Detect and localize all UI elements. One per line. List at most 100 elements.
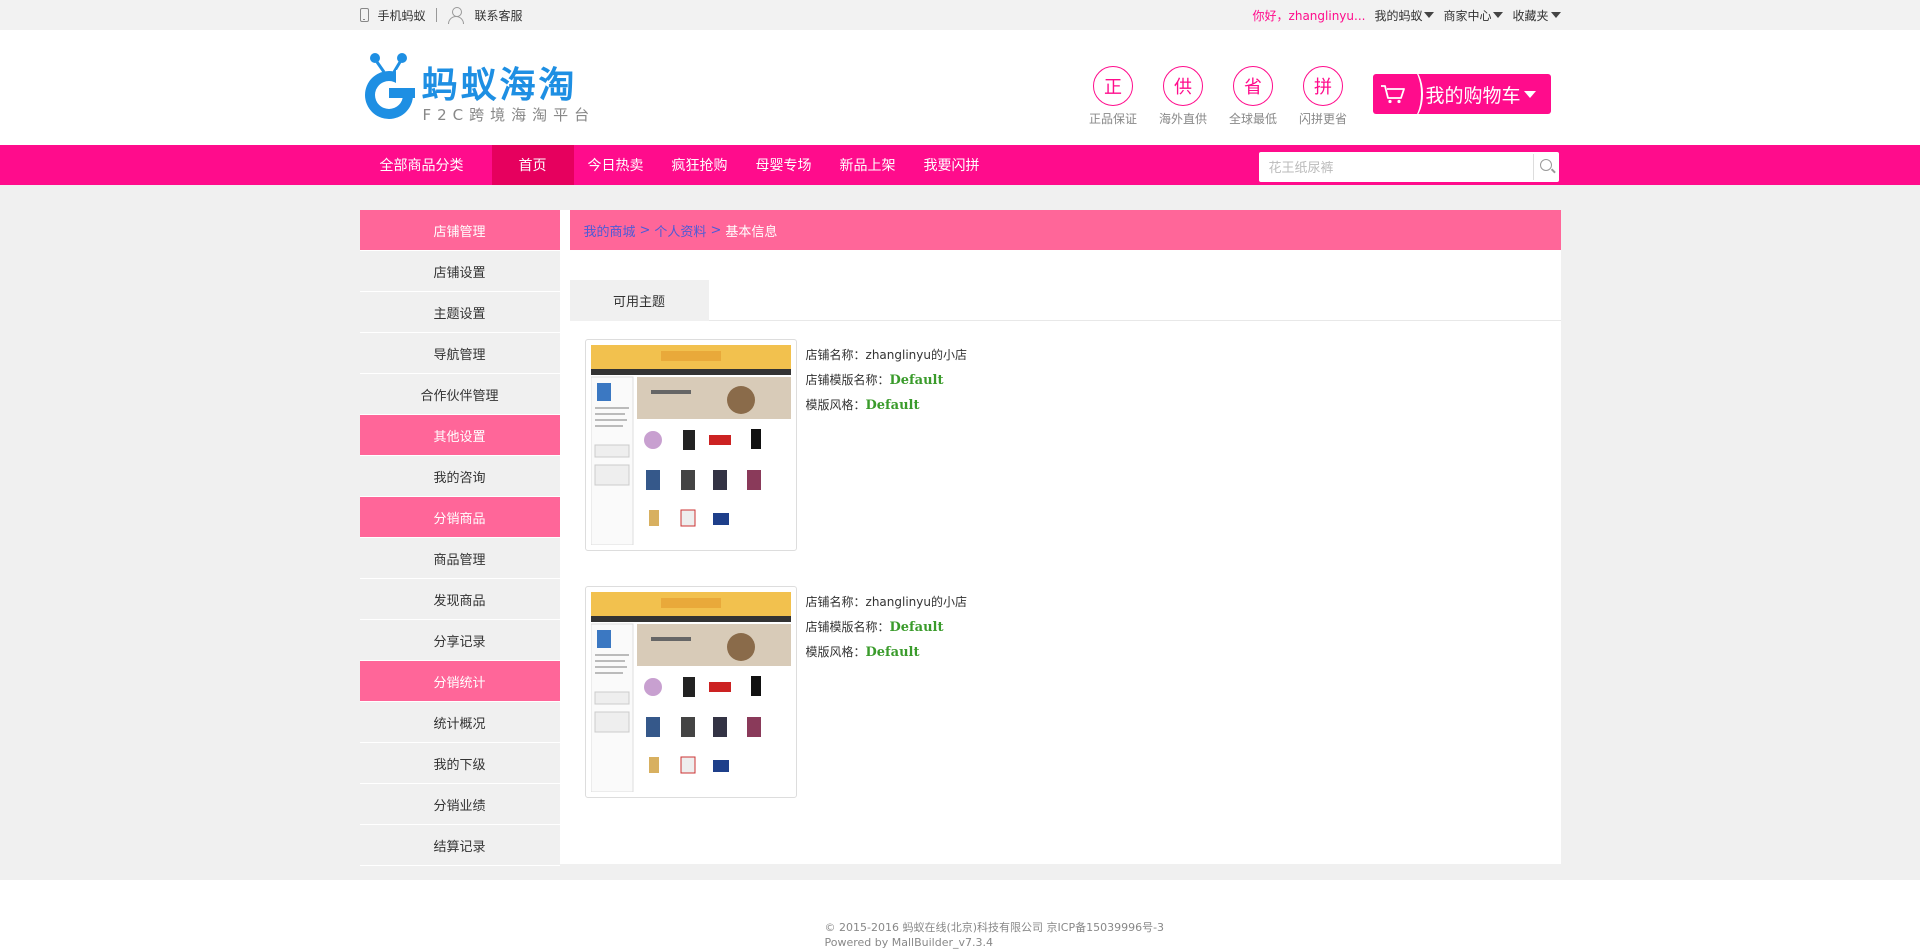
promise-caption: 海外直供 (1159, 112, 1208, 126)
template-name-row: 店铺模版名称：Default (806, 615, 967, 640)
my-ant-label: 我的蚂蚁 (1374, 8, 1423, 23)
site-footer: © 2015-2016 蚂蚁在线(北京)科技有限公司 京ICP备15039996… (0, 880, 1920, 949)
theme-card: 店铺名称：zhanglinyu的小店 店铺模版名称：Default 模版风格：D… (584, 586, 1561, 798)
site-logo[interactable]: 蚂蚁海淘 F2C跨境海淘平台 (360, 48, 600, 126)
theme-thumbnail[interactable] (584, 586, 797, 798)
mobile-label: 手机蚂蚁 (377, 8, 426, 23)
sidebar-item-theme-settings[interactable]: 主题设置 (359, 292, 560, 333)
merchant-center-label: 商家中心 (1443, 8, 1492, 23)
sidebar-item-my-inquiries[interactable]: 我的咨询 (359, 456, 560, 497)
template-style-row: 模版风格：Default (806, 393, 967, 418)
theme-thumbnail[interactable] (584, 339, 797, 551)
content-panel: 我的商城 > 个人资料 > 基本信息 可用主题 店铺名称：zhanglinyu的… (559, 210, 1561, 864)
breadcrumb-my-mall[interactable]: 我的商城 (584, 221, 636, 240)
shop-name-row: 店铺名称：zhanglinyu的小店 (806, 343, 967, 368)
nav-group-buy[interactable]: 我要闪拼 (910, 145, 994, 185)
template-style-label: 模版风格： (805, 398, 866, 412)
breadcrumb: 我的商城 > 个人资料 > 基本信息 (569, 210, 1561, 250)
group-buy-icon: 拼 (1303, 66, 1343, 106)
shop-name-label: 店铺名称： (805, 348, 866, 362)
cart-label: 我的购物车 (1425, 84, 1521, 107)
chevron-down-icon (1493, 12, 1504, 18)
promise-genuine: 正 正品保证 (1089, 66, 1138, 127)
mobile-link[interactable]: 手机蚂蚁 (359, 7, 426, 24)
shop-name-label: 店铺名称： (805, 595, 866, 609)
shop-name-value: zhanglinyu的小店 (865, 595, 967, 609)
sidebar-item-overview[interactable]: 统计概况 (359, 702, 560, 743)
ant-logo-icon (364, 53, 418, 119)
powered-by-text: Powered by MallBuilder_v7.3.4 (824, 936, 994, 949)
template-style-label: 模版风格： (805, 645, 866, 659)
sidebar-item-settlement[interactable]: 结算记录 (359, 825, 560, 866)
promise-group: 拼 闪拼更省 (1299, 66, 1348, 127)
my-ant-dropdown[interactable]: 我的蚂蚁 (1374, 7, 1435, 24)
sidebar-item-subordinates[interactable]: 我的下级 (359, 743, 560, 784)
logo-subtitle: F2C跨境海淘平台 (422, 106, 596, 124)
cart-icon (1380, 85, 1405, 104)
nav-mother-baby[interactable]: 母婴专场 (742, 145, 826, 185)
template-name-label: 店铺模版名称： (805, 373, 890, 387)
promise-caption: 全球最低 (1229, 112, 1278, 126)
service-promises: 正 正品保证 供 海外直供 省 全球最低 拼 闪拼更省 (1089, 66, 1348, 127)
search-icon[interactable] (1532, 154, 1559, 180)
sidebar-item-nav-manage[interactable]: 导航管理 (359, 333, 560, 374)
genuine-icon: 正 (1093, 66, 1133, 106)
template-name-value: Default (889, 620, 944, 635)
promise-caption: 闪拼更省 (1299, 112, 1348, 126)
phone-icon (359, 8, 369, 22)
template-style-row: 模版风格：Default (806, 640, 967, 665)
sidebar-head-other[interactable]: 其他设置 (359, 415, 560, 456)
service-link[interactable]: 联系客服 (447, 7, 523, 24)
sidebar-head-stats[interactable]: 分销统计 (359, 661, 560, 702)
sidebar-head-distribution[interactable]: 分销商品 (359, 497, 560, 538)
chevron-down-icon (1550, 12, 1561, 18)
chevron-down-icon (1523, 90, 1536, 98)
template-style-value: Default (865, 645, 920, 660)
theme-card: 店铺名称：zhanglinyu的小店 店铺模版名称：Default 模版风格：D… (584, 339, 1561, 551)
theme-info: 店铺名称：zhanglinyu的小店 店铺模版名称：Default 模版风格：D… (806, 586, 967, 798)
template-name-row: 店铺模版名称：Default (806, 368, 967, 393)
promise-lowest: 省 全球最低 (1229, 66, 1278, 127)
theme-info: 店铺名称：zhanglinyu的小店 店铺模版名称：Default 模版风格：D… (806, 339, 967, 551)
promise-caption: 正品保证 (1089, 112, 1138, 126)
sidebar-item-product-manage[interactable]: 商品管理 (359, 538, 560, 579)
sidebar: 店铺管理 店铺设置 主题设置 导航管理 合作伙伴管理 其他设置 我的咨询 分销商… (359, 210, 560, 866)
nav-home[interactable]: 首页 (491, 145, 574, 185)
main-nav: 全部商品分类 首页 今日热卖 疯狂抢购 母婴专场 新品上架 我要闪拼 (0, 145, 1920, 185)
sidebar-item-share-records[interactable]: 分享记录 (359, 620, 560, 661)
breadcrumb-separator: > (639, 222, 651, 238)
nav-flash-sale[interactable]: 疯狂抢购 (658, 145, 742, 185)
sidebar-item-performance[interactable]: 分销业绩 (359, 784, 560, 825)
cart-icon-wrap (1373, 74, 1423, 114)
nav-all-categories[interactable]: 全部商品分类 (360, 145, 492, 185)
sidebar-item-partners[interactable]: 合作伙伴管理 (359, 374, 560, 415)
tab-available-themes[interactable]: 可用主题 (569, 280, 709, 321)
theme-preview-image (590, 592, 791, 793)
tab-bar: 可用主题 (569, 280, 1561, 321)
nav-today-hot[interactable]: 今日热卖 (574, 145, 658, 185)
copyright-text: © 2015-2016 蚂蚁在线(北京)科技有限公司 京ICP备15039996… (824, 921, 1165, 934)
breadcrumb-profile[interactable]: 个人资料 (654, 221, 706, 240)
search-input[interactable] (1258, 153, 1533, 181)
merchant-center-dropdown[interactable]: 商家中心 (1443, 7, 1504, 24)
theme-preview-image (590, 345, 791, 546)
favorites-dropdown[interactable]: 收藏夹 (1512, 7, 1561, 24)
shop-name-value: zhanglinyu的小店 (865, 348, 967, 362)
template-name-value: Default (889, 373, 944, 388)
person-icon (447, 7, 465, 24)
chevron-down-icon (1424, 12, 1435, 18)
sidebar-head-shop[interactable]: 店铺管理 (359, 210, 560, 251)
promise-direct: 供 海外直供 (1159, 66, 1208, 127)
favorites-label: 收藏夹 (1512, 8, 1549, 23)
nav-new-arrivals[interactable]: 新品上架 (826, 145, 910, 185)
sidebar-item-shop-settings[interactable]: 店铺设置 (359, 251, 560, 292)
user-greeting[interactable]: 你好，zhanglinyu... (1253, 7, 1366, 24)
breadcrumb-separator: > (710, 222, 722, 238)
sidebar-item-discover[interactable]: 发现商品 (359, 579, 560, 620)
top-bar: 手机蚂蚁 联系客服 你好，zhanglinyu... 我的蚂蚁 商家中心 收藏夹 (0, 0, 1920, 30)
service-label: 联系客服 (474, 8, 523, 23)
save-icon: 省 (1233, 66, 1273, 106)
cart-button[interactable]: 我的购物车 (1372, 74, 1551, 114)
main-area: 店铺管理 店铺设置 主题设置 导航管理 合作伙伴管理 其他设置 我的咨询 分销商… (0, 185, 1920, 880)
template-style-value: Default (865, 398, 920, 413)
